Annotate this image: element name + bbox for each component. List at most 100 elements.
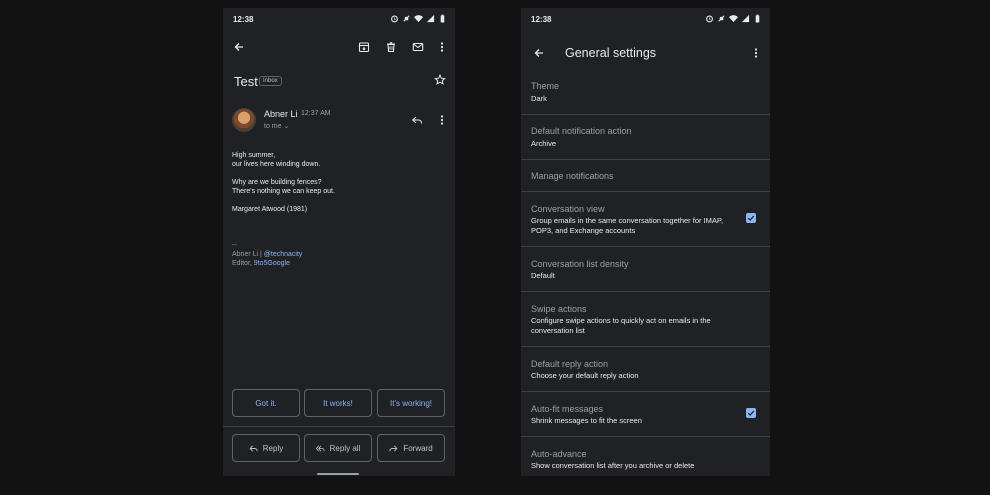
forward-icon	[389, 444, 398, 452]
more-vert-icon	[754, 48, 758, 58]
chevron-down-icon: ⌄	[283, 123, 290, 130]
body-line: High summer,	[232, 152, 276, 159]
delete-button[interactable]	[383, 39, 399, 55]
status-icons	[390, 14, 447, 23]
setting-label: Theme	[531, 81, 560, 91]
smart-reply-chip[interactable]: Got it.	[232, 389, 300, 417]
more-options-button[interactable]	[434, 39, 450, 55]
reply-button[interactable]	[409, 112, 425, 128]
reply-action-button[interactable]: Reply	[232, 434, 300, 462]
body-line: Why are we building fences?	[232, 179, 322, 186]
body-line: Margaret Atwood (1981)	[232, 206, 308, 213]
reply-all-icon	[315, 445, 325, 451]
alarm-icon	[391, 15, 398, 23]
mail-icon	[412, 42, 424, 52]
status-icons	[705, 14, 762, 23]
body-line: our lives here winding down.	[232, 161, 321, 168]
reply-icon	[249, 444, 258, 452]
do-not-disturb-icon	[403, 15, 410, 22]
setting-default-reply-action[interactable]: Default reply action Choose your default…	[521, 347, 770, 392]
checkmark-icon	[747, 215, 755, 221]
setting-default-notification-action[interactable]: Default notification action Archive	[521, 115, 770, 160]
auto-fit-checkbox[interactable]	[746, 408, 756, 418]
divider	[223, 426, 455, 427]
delete-icon	[387, 42, 395, 53]
mark-unread-button[interactable]	[410, 39, 426, 55]
wifi-icon	[729, 15, 738, 23]
setting-auto-advance[interactable]: Auto-advance Show conversation list afte…	[521, 437, 770, 476]
setting-value: Dark	[531, 94, 547, 103]
body-line: There's nothing we can keep out.	[232, 188, 335, 195]
setting-manage-notifications[interactable]: Manage notifications	[521, 160, 770, 192]
archive-button[interactable]	[356, 39, 372, 55]
smart-reply-chip[interactable]: It works!	[304, 389, 372, 417]
email-body-paragraph: High summer, our lives here winding down…	[232, 151, 320, 169]
setting-swipe-actions[interactable]: Swipe actions Configure swipe actions to…	[521, 292, 770, 347]
archive-icon	[358, 42, 370, 53]
setting-auto-fit-messages[interactable]: Auto-fit messages Shrink messages to fit…	[521, 392, 770, 437]
forward-label: Forward	[403, 443, 433, 453]
signature-role: Editor,	[232, 260, 254, 267]
message-more-button[interactable]	[434, 112, 450, 128]
status-time: 12:38	[531, 15, 552, 24]
home-indicator[interactable]	[317, 473, 359, 475]
star-button[interactable]	[432, 72, 448, 88]
more-vert-icon	[440, 42, 444, 52]
email-subject: Test	[234, 74, 258, 89]
setting-value: Choose your default reply action	[531, 371, 639, 380]
settings-screen: 12:38 General settings Theme Dark Defaul…	[521, 8, 770, 476]
status-bar: 12:38	[521, 8, 770, 30]
setting-theme[interactable]: Theme Dark	[521, 70, 770, 115]
signal-icon	[426, 14, 435, 23]
setting-label: Default notification action	[531, 126, 632, 136]
setting-conversation-view[interactable]: Conversation view Group emails in the sa…	[521, 192, 770, 247]
setting-value: Group emails in the same conversation to…	[531, 216, 724, 235]
signal-icon	[741, 14, 750, 23]
signature-line: Abner Li | @technacity	[232, 250, 302, 259]
site-link[interactable]: 9to5Google	[254, 260, 290, 267]
back-button[interactable]	[231, 39, 247, 55]
smart-reply-chip[interactable]: It's working!	[377, 389, 445, 417]
sender-avatar[interactable]	[232, 108, 256, 132]
setting-conversation-list-density[interactable]: Conversation list density Default	[521, 247, 770, 292]
setting-value: Shrink messages to fit the screen	[531, 416, 642, 425]
signature-separator: --	[232, 242, 237, 249]
back-arrow-icon	[234, 43, 243, 51]
forward-button[interactable]: Forward	[377, 434, 445, 462]
reply-label: Reply	[262, 443, 284, 453]
more-vert-icon	[440, 115, 444, 125]
reply-all-label: Reply all	[329, 443, 361, 453]
checkmark-icon	[747, 410, 755, 416]
setting-value: Show conversation list after you archive…	[531, 461, 695, 470]
page-title: General settings	[565, 46, 657, 60]
email-view-screen: 12:38 Test Inbox Abner Li 12:37 AM to me…	[223, 8, 455, 476]
signature-line: Editor, 9to5Google	[232, 259, 290, 268]
recipient-details-toggle[interactable]: to me ⌄	[264, 122, 289, 130]
setting-label: Auto-advance	[531, 449, 587, 459]
conversation-view-checkbox[interactable]	[746, 213, 756, 223]
setting-label: Conversation list density	[531, 259, 629, 269]
back-button[interactable]	[531, 45, 547, 61]
setting-label: Default reply action	[531, 359, 609, 369]
status-time: 12:38	[233, 15, 254, 24]
wifi-icon	[414, 15, 423, 23]
signature-name: Abner Li |	[232, 251, 264, 258]
reply-icon	[411, 116, 423, 124]
more-options-button[interactable]	[748, 45, 764, 61]
inbox-label-chip[interactable]: Inbox	[259, 76, 282, 86]
battery-icon	[755, 14, 760, 23]
setting-value: Configure swipe actions to quickly act o…	[531, 316, 711, 335]
star-icon	[434, 74, 446, 85]
reply-all-button[interactable]: Reply all	[304, 434, 372, 462]
setting-label: Swipe actions	[531, 304, 587, 314]
setting-value: Default	[531, 271, 555, 280]
setting-label: Manage notifications	[531, 171, 614, 181]
email-body-paragraph: Why are we building fences? There's noth…	[232, 178, 335, 196]
sender-name: Abner Li	[264, 109, 298, 119]
do-not-disturb-icon	[718, 15, 725, 22]
back-arrow-icon	[534, 49, 543, 57]
status-bar: 12:38	[223, 8, 455, 30]
setting-label: Conversation view	[531, 204, 605, 214]
alarm-icon	[706, 15, 713, 23]
twitter-handle-link[interactable]: @technacity	[264, 251, 303, 258]
